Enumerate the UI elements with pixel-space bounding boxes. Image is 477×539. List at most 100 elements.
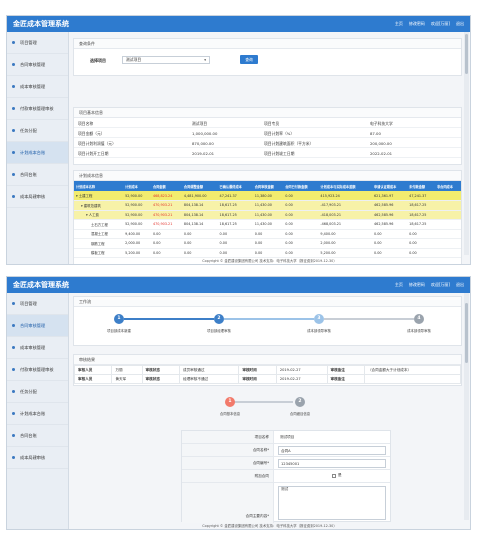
nav-welcome-user[interactable]: 欢迎[万丽]	[431, 282, 450, 288]
project-select[interactable]: 测试项目 ▾	[122, 56, 210, 64]
query-panel: 查询条件 选择项目 测试项目 ▾ 查询	[73, 38, 462, 76]
substep-2-circle[interactable]: 2	[295, 397, 305, 407]
audit-result-panel: 审核结果 审核人员 万丽 审核状态 成员审核通过 审核时间 2019-02-27…	[73, 354, 462, 386]
bullet-icon	[12, 390, 15, 393]
info-row: 项目名称 测试项目 项目专员 电子科技大学	[74, 119, 461, 128]
table-row[interactable]: 模板工程 5,200.00 0.00 0.00 0.00 0.00 0.00 5,200.00…	[74, 248, 461, 258]
scrollbar[interactable]	[464, 32, 469, 255]
table-row[interactable]: ▾ 人工费 52,900.00 470,903.21 804,138.14 18,617…	[74, 210, 461, 220]
table-row[interactable]: 钢筋工程 2,000.00 0.00 0.00 0.00 0.00 0.00 2,000.00…	[74, 238, 461, 249]
info-value: 测试项目	[192, 121, 208, 126]
panel-title: 工作流	[74, 297, 461, 307]
step-connector	[233, 401, 293, 403]
table-cell: 0.00	[372, 229, 408, 239]
sidebar-item-contract-ledger[interactable]: 合同台账	[7, 425, 68, 447]
sidebar-item-cost-build-audit[interactable]: 成本局建审核	[7, 186, 68, 208]
table-cell	[435, 210, 461, 220]
table-cell: 黄天军	[111, 374, 143, 384]
column-header: 已确认最终成本	[217, 181, 253, 191]
table-cell: 462,585.96	[372, 210, 408, 220]
table-cell: 18,617.25	[217, 219, 253, 230]
sidebar-item-payment-audit[interactable]: 付款审核管理审核	[7, 359, 68, 381]
table-cell: 0.00	[283, 219, 319, 230]
attached-contract-checkbox[interactable]	[332, 473, 336, 478]
form-label: 合同主要内容*	[182, 483, 274, 523]
table-cell: 470,903.21	[150, 219, 182, 230]
table-cell: 2019-02-27	[275, 365, 328, 375]
info-value: 1,000,000.00	[192, 131, 218, 136]
bullet-icon	[12, 85, 15, 88]
scrollbar-thumb[interactable]	[465, 34, 468, 74]
sidebar-item-contract-audit[interactable]: 合同审核管理	[7, 54, 68, 76]
table-cell: 0.00	[181, 229, 218, 239]
sidebar-item-project[interactable]: 项目管理	[7, 293, 68, 315]
query-button[interactable]: 查询	[240, 55, 258, 64]
step-1-circle: 1	[114, 314, 124, 324]
table-row[interactable]: 混凝土工程 9,400.00 0.00 0.00 0.00 0.00 0.00 9,400.0…	[74, 229, 461, 239]
table-cell: 审核人员	[73, 365, 113, 375]
table-cell: 468,823.24	[150, 191, 182, 201]
column-header: 合同调整金额	[181, 181, 218, 191]
nav-logout-link[interactable]: 退出	[456, 282, 464, 288]
sidebar-item-label: 成本局建审核	[20, 454, 46, 460]
step-4-label: 成本部领导审核	[407, 329, 431, 333]
nav-change-password-link[interactable]: 修改密码	[409, 21, 425, 27]
sidebar-item-cost-audit[interactable]: 成本审核管理	[7, 337, 68, 359]
table-row[interactable]: ▾ 建筑范建筑 52,900.00 470,903.21 804,138.14 18,6…	[74, 200, 461, 211]
table-cell: 审核备注	[326, 365, 365, 375]
table-cell: 0.00	[181, 248, 218, 258]
sidebar-item-project[interactable]: 项目管理	[7, 32, 68, 54]
info-key: 项目计划建筑面积（平方米）	[264, 141, 314, 146]
form-label: 合同编号*	[182, 457, 274, 469]
table-header-row: 计划成本名称 计划成本 合同金额 合同调整金额 已确认最终成本 合同审核金额 合同已付款金额…	[74, 181, 461, 191]
table-row[interactable]: ▾ 土建工程 52,900.00 468,823.24 4,481,900.00 47,…	[74, 191, 461, 201]
table-cell: 11,430.00	[252, 200, 284, 211]
contract-number-input[interactable]: 12345001	[278, 459, 386, 468]
table-row[interactable]: 土石方工程 52,900.00 470,903.21 804,138.14 18,617…	[74, 219, 461, 230]
sidebar-item-task[interactable]: 任务分配	[7, 120, 68, 142]
nav-welcome-user[interactable]: 欢迎[万丽]	[431, 21, 450, 27]
project-select-value: 测试项目	[126, 57, 142, 62]
info-value: 870,000.00	[192, 141, 214, 146]
info-value: 200,000.00	[370, 141, 392, 146]
sidebar-item-plan-cost-ledger[interactable]: 计划成本台账	[7, 142, 68, 164]
sidebar-item-task[interactable]: 任务分配	[7, 381, 68, 403]
nav-change-password-link[interactable]: 修改密码	[409, 282, 425, 288]
table-cell: 415,923.24	[318, 191, 372, 201]
table-cell: -418,003.21	[318, 210, 372, 220]
bullet-icon	[12, 129, 15, 132]
nav-logout-link[interactable]: 退出	[456, 21, 464, 27]
table-cell: 万丽	[111, 365, 143, 375]
form-row: 合同编号* 12345001	[182, 457, 390, 470]
sidebar-item-contract-audit[interactable]: 合同审核管理	[7, 315, 68, 337]
sidebar-item-cost-build-audit[interactable]: 成本局建审核	[7, 447, 68, 469]
info-value: 电子科技大学	[370, 121, 393, 126]
table-cell: 0.00	[150, 229, 182, 239]
cost-item-name: ▾ 人工费	[74, 210, 124, 220]
scrollbar-thumb[interactable]	[465, 303, 468, 363]
contract-name-input[interactable]: 合同A	[278, 446, 386, 455]
table-cell: 804,138.14	[181, 210, 218, 220]
sidebar-item-contract-ledger[interactable]: 合同台账	[7, 164, 68, 186]
step-connector	[324, 318, 414, 320]
column-header: 申请认证期成本	[372, 181, 408, 191]
nav-home-link[interactable]: 主页	[395, 21, 403, 27]
sidebar-item-payment-audit[interactable]: 付款审核管理审核	[7, 98, 68, 120]
table-cell: 0.00	[150, 238, 182, 249]
sidebar-item-cost-audit[interactable]: 成本审核管理	[7, 76, 68, 98]
form-row: 项目名称 测试项目	[182, 431, 390, 444]
sidebar-item-label: 任务分配	[20, 127, 37, 133]
substep-1-circle[interactable]: 1	[225, 397, 235, 407]
table-row: 审核人员 万丽 审核状态 成员审核通过 审核时间 2019-02-27 审核备注…	[73, 365, 462, 375]
bullet-icon	[12, 412, 15, 415]
table-cell: 审核人员	[73, 374, 113, 384]
table-cell: 0.00	[407, 238, 435, 249]
contract-content-textarea[interactable]: 测试	[278, 486, 386, 520]
sidebar-item-plan-cost-ledger[interactable]: 计划成本台账	[7, 403, 68, 425]
contract-form: 项目名称 测试项目 合同名称* 合同A 合同编号* 12345001 附加合同 …	[181, 430, 391, 523]
nav-home-link[interactable]: 主页	[395, 282, 403, 288]
form-label: 项目名称	[182, 431, 274, 443]
bullet-icon	[12, 368, 15, 371]
scrollbar[interactable]	[464, 293, 469, 520]
table-cell: 0.00	[283, 200, 319, 211]
